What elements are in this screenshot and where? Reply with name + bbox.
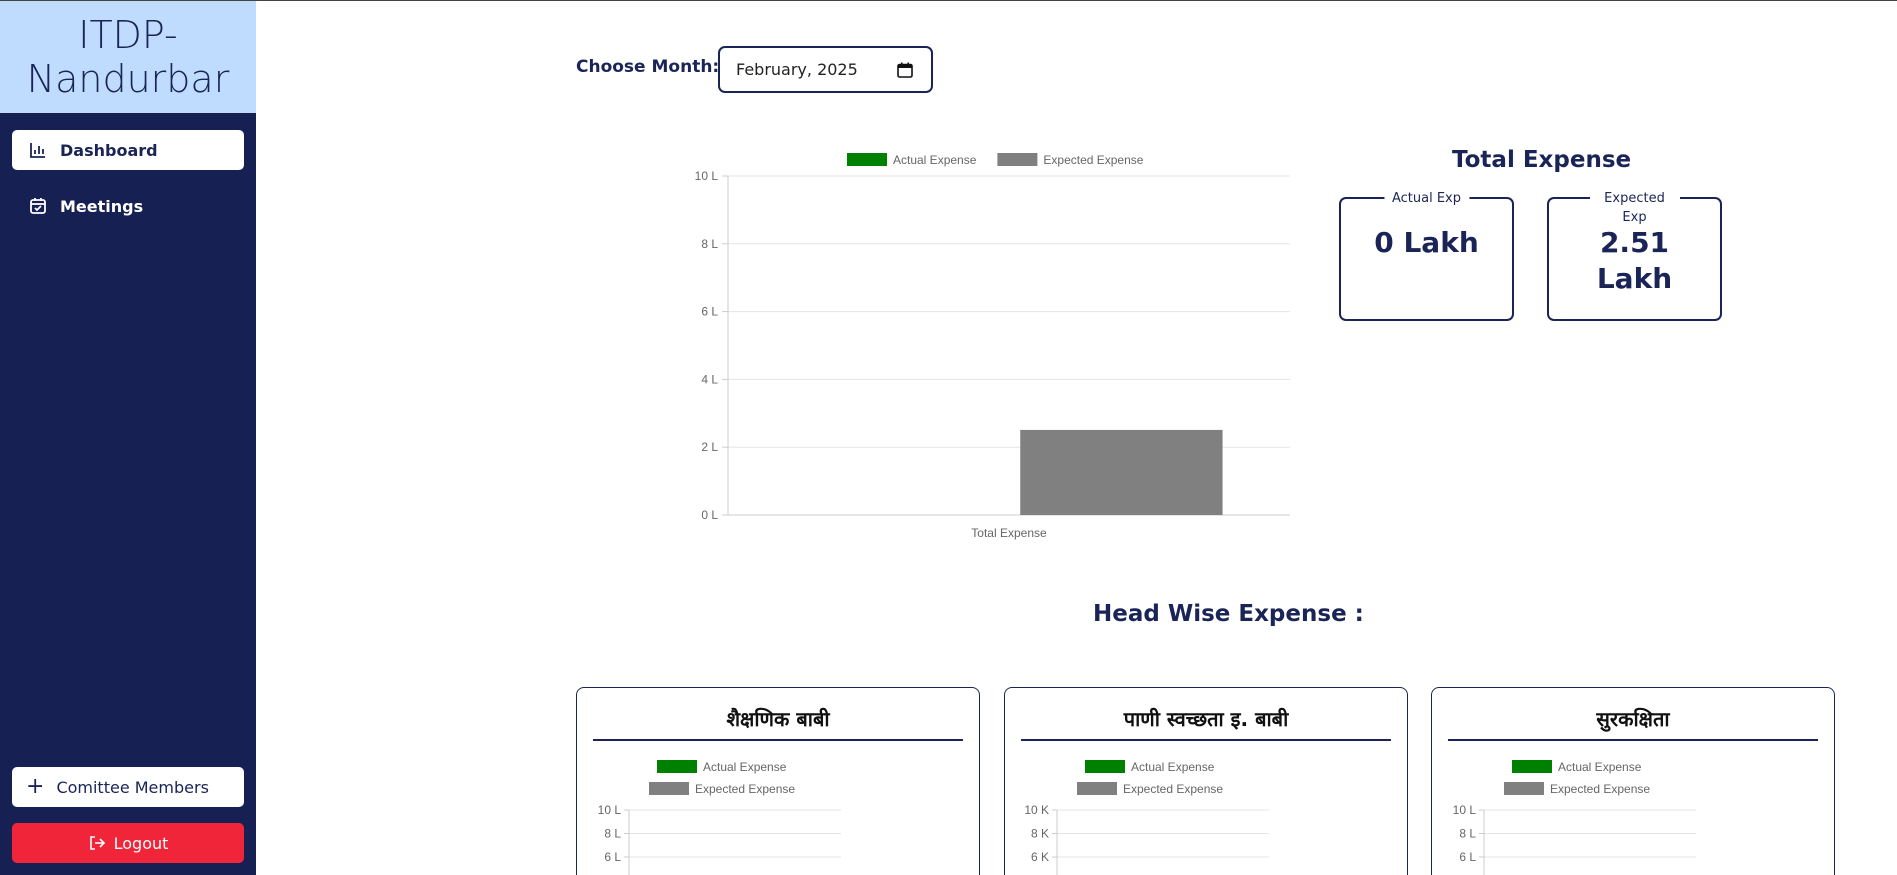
head-chart-svg: Actual Expense Expected Expense 10 K 8 K 6 K…: [1024, 760, 1269, 875]
head-card-water-sanitation: पाणी स्वच्छता इ. बाबी Actual Expense Expe…: [1004, 687, 1408, 875]
legend-swatch: [1512, 760, 1552, 773]
expected-expense-card: Expected Exp 2.51 Lakh: [1547, 189, 1722, 321]
legend-swatch: [1504, 782, 1544, 795]
y-tick-label: 2 L: [701, 440, 718, 454]
legend-label: Expected Expense: [1123, 782, 1223, 796]
y-tick-label: 6 L: [1459, 850, 1476, 864]
head-card-safety: सुरकक्षिता Actual Expense Expected Expens…: [1431, 687, 1835, 875]
legend-label: Actual Expense: [1131, 760, 1215, 774]
legend-swatch: [847, 153, 887, 166]
sidebar-item-dashboard[interactable]: Dashboard: [12, 130, 244, 170]
bar-chart-icon: [28, 140, 48, 160]
total-expense-chart: Actual Expense Expected Expense 0 L 2 L 4 L 6…: [680, 141, 1300, 551]
y-tick-label: 6 L: [604, 850, 621, 864]
head-wise-title: Head Wise Expense :: [1093, 601, 1364, 627]
y-tick-label: 6 L: [701, 305, 718, 319]
plus-icon: +: [26, 774, 45, 799]
actual-expense-card: Actual Exp 0 Lakh: [1339, 189, 1514, 321]
sidebar-item-meetings[interactable]: Meetings: [12, 186, 244, 226]
head-card-title: शैक्षणिक बाबी: [593, 705, 963, 741]
logout-label: Logout: [113, 833, 169, 853]
head-card-title: सुरकक्षिता: [1448, 705, 1818, 741]
expected-expense-card-label: Expected Exp: [1589, 189, 1680, 227]
y-tick-label: 8 L: [604, 827, 621, 841]
x-tick-label: Total Expense: [971, 526, 1047, 540]
head-card-title: पाणी स्वच्छता इ. बाबी: [1021, 705, 1391, 741]
actual-expense-card-label: Actual Exp: [1383, 189, 1470, 208]
calendar-check-icon: [28, 196, 48, 216]
y-tick-label: 8 K: [1031, 827, 1049, 841]
y-tick-label: 0 L: [701, 508, 718, 522]
legend-swatch: [649, 782, 689, 795]
legend-label: Expected Expense: [1550, 782, 1650, 796]
head-chart-svg: Actual Expense Expected Expense 10 L 8 L 6 L…: [1453, 760, 1696, 875]
calendar-icon[interactable]: [897, 62, 913, 78]
committee-members-button[interactable]: + Comittee Members: [12, 767, 244, 807]
logout-icon: [88, 834, 106, 852]
y-tick-label: 10 K: [1024, 803, 1049, 817]
legend-swatch: [1085, 760, 1125, 773]
legend-swatch: [1077, 782, 1117, 795]
y-tick-label: 4 L: [701, 372, 718, 386]
y-tick-label: 10 L: [695, 169, 719, 183]
actual-expense-value: 0 Lakh: [1374, 226, 1479, 259]
sidebar-item-label: Dashboard: [60, 140, 158, 160]
head-chart-svg: Actual Expense Expected Expense 10 L 8 L 6 L…: [598, 760, 841, 875]
total-expense-chart-svg: Actual Expense Expected Expense 0 L 2 L 4 L 6…: [695, 153, 1290, 540]
total-expense-title: Total Expense: [1452, 147, 1632, 173]
legend-swatch: [997, 153, 1038, 166]
brand-title: ITDP-Nandurbar: [0, 1, 256, 113]
bar: [1020, 429, 1223, 515]
y-tick-label: 10 L: [1453, 803, 1477, 817]
legend-label: Actual Expense: [703, 760, 787, 774]
legend-swatch: [657, 760, 697, 773]
month-label: Choose Month:: [576, 57, 720, 77]
month-picker-input[interactable]: February, 2025: [718, 46, 933, 93]
legend-label: Actual Expense: [1558, 760, 1642, 774]
sidebar: ITDP-Nandurbar Dashboard Meetings + Comi…: [0, 1, 256, 875]
legend-label: Expected Expense: [1043, 153, 1143, 167]
legend-label: Actual Expense: [893, 153, 977, 167]
sidebar-item-label: Meetings: [60, 196, 144, 216]
expected-expense-value: 2.51 Lakh: [1596, 226, 1673, 295]
brand-text: ITDP-Nandurbar: [26, 13, 230, 101]
month-value: February, 2025: [736, 60, 858, 79]
committee-members-label: Comittee Members: [56, 777, 209, 797]
y-tick-label: 6 K: [1031, 850, 1049, 864]
logout-button[interactable]: Logout: [12, 823, 244, 863]
y-tick-label: 8 L: [1459, 827, 1476, 841]
head-card-education: शैक्षणिक बाबी Actual Expense Expected Exp…: [576, 687, 980, 875]
legend-label: Expected Expense: [695, 782, 795, 796]
y-tick-label: 10 L: [598, 803, 622, 817]
y-tick-label: 8 L: [701, 237, 718, 251]
